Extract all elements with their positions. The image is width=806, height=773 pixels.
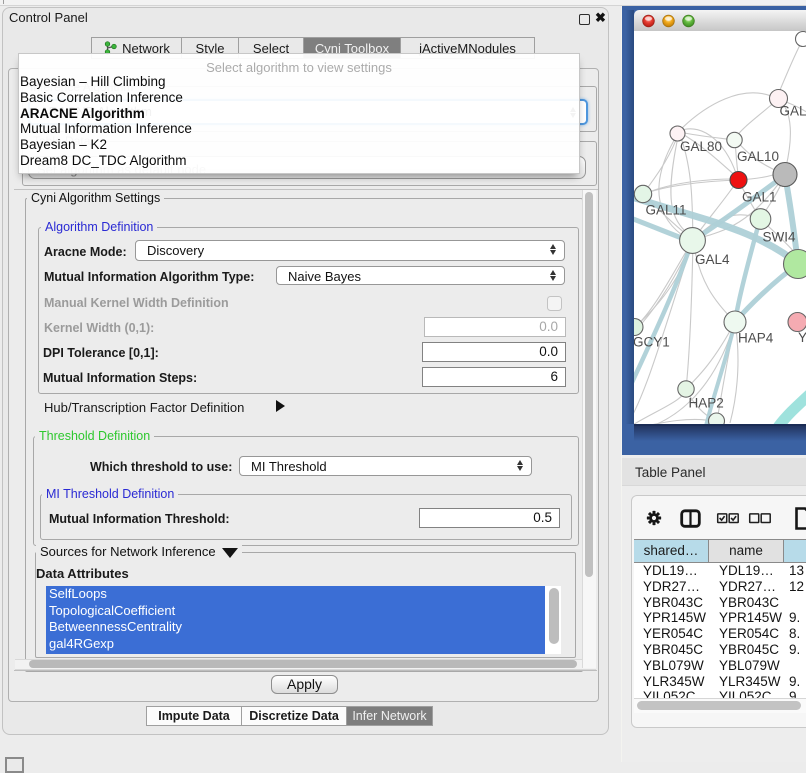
- svg-text:GCY1: GCY1: [634, 335, 670, 350]
- svg-text:Y: Y: [798, 330, 806, 345]
- svg-text:GAL: GAL: [780, 104, 806, 119]
- svg-text:HAP2: HAP2: [689, 396, 724, 411]
- svg-text:HAP4: HAP4: [738, 331, 774, 346]
- svg-text:SWI4: SWI4: [763, 230, 796, 245]
- svg-text:GAL4: GAL4: [695, 252, 730, 267]
- svg-text:GAL80: GAL80: [680, 139, 722, 154]
- svg-text:GAL11: GAL11: [646, 203, 687, 218]
- svg-text:GAL10: GAL10: [737, 149, 779, 164]
- svg-text:GAL1: GAL1: [742, 190, 777, 205]
